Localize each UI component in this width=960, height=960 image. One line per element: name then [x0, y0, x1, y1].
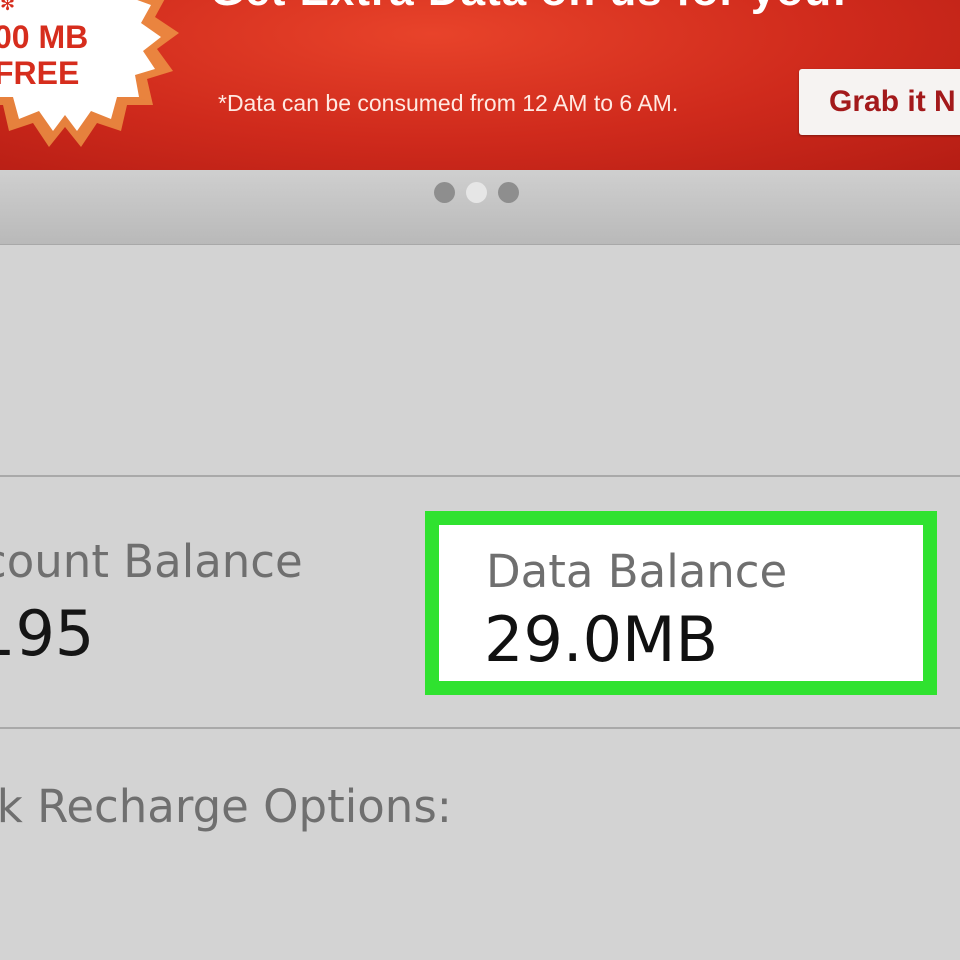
carousel-strip — [0, 170, 960, 245]
data-balance-value: 29.0MB — [484, 603, 719, 676]
grab-it-button[interactable]: Grab it N — [799, 69, 960, 135]
promo-banner[interactable]: Get Extra Data on us for you! ✻ 00 MB FR… — [0, 0, 960, 170]
burst-free-text: FREE — [0, 55, 80, 91]
carousel-dot[interactable] — [498, 182, 519, 203]
app-screen: Get Extra Data on us for you! ✻ 00 MB FR… — [0, 0, 960, 960]
data-balance-label: Data Balance — [486, 545, 788, 598]
section-divider — [0, 727, 960, 729]
carousel-dot-active[interactable] — [466, 182, 487, 203]
burst-amount-text: 00 MB — [0, 19, 89, 55]
section-divider — [0, 475, 960, 477]
banner-disclaimer: *Data can be consumed from 12 AM to 6 AM… — [218, 90, 679, 116]
quick-recharge-options-heading: ck Recharge Options: — [0, 780, 452, 833]
carousel-dot[interactable] — [434, 182, 455, 203]
data-balance-card[interactable]: Data Balance 29.0MB — [425, 511, 937, 695]
banner-headline: Get Extra Data on us for you! — [210, 0, 848, 16]
carousel-page-indicator — [434, 182, 519, 203]
account-balance-value: 195 — [0, 597, 95, 670]
account-balance-label: count Balance — [0, 535, 303, 588]
burst-sparkle-icon: ✻ — [0, 0, 16, 15]
